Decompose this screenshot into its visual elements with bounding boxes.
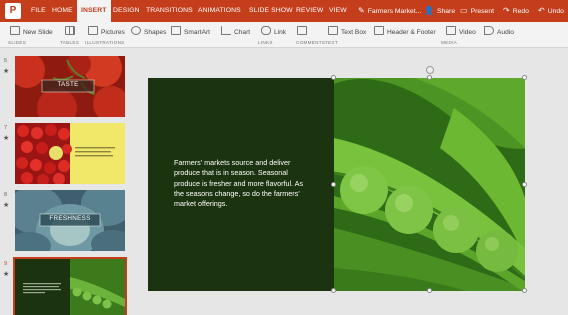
tab-review[interactable]: REVIEW <box>296 0 323 22</box>
group-label-illustrations: ILLUSTRATIONS <box>85 40 125 45</box>
animation-star-icon: ★ <box>3 135 10 142</box>
slide-canvas[interactable]: Farmers' markets source and deliver prod… <box>148 66 527 293</box>
table-icon <box>65 26 75 35</box>
new-slide-button[interactable]: New Slide <box>10 26 53 40</box>
slide-thumbnail-taste[interactable]: TASTE <box>15 56 125 117</box>
pea-pod-photo[interactable] <box>334 78 525 291</box>
animation-star-icon: ★ <box>3 202 10 209</box>
red-produce-photo <box>15 123 125 184</box>
redo-icon: ↷ <box>503 6 510 15</box>
title-bar: P FILE HOME INSERT DESIGN TRANSITIONS AN… <box>0 0 568 22</box>
slide-number: 8 <box>4 192 8 198</box>
pictures-label: Pictures <box>101 29 125 36</box>
link-label: Link <box>274 29 287 36</box>
audio-label: Audio <box>497 29 514 36</box>
resize-handle-bottom[interactable] <box>427 288 432 293</box>
slide-number: 7 <box>4 125 8 131</box>
video-icon <box>446 26 456 35</box>
new-slide-label: New Slide <box>23 29 53 36</box>
video-button[interactable]: Video <box>446 26 476 40</box>
edit-pencil-icon: ✎ <box>358 6 365 15</box>
slide-thumbnail-title: TASTE <box>57 81 79 88</box>
tab-slide-show[interactable]: SLIDE SHOW <box>249 0 293 22</box>
smartart-label: SmartArt <box>184 29 211 36</box>
link-button[interactable]: Link <box>261 26 286 40</box>
present-button[interactable]: ▭ Present <box>460 0 494 22</box>
tab-home[interactable]: HOME <box>52 0 73 22</box>
pea-slide-thumbnail <box>15 259 125 315</box>
present-label: Present <box>470 8 494 15</box>
share-icon: 👤 <box>424 6 434 15</box>
tab-view[interactable]: VIEW <box>329 0 347 22</box>
smartart-button[interactable]: SmartArt <box>171 26 210 40</box>
tab-design[interactable]: DESIGN <box>113 0 140 22</box>
slide-number: 5 <box>4 58 8 64</box>
audio-icon <box>484 26 494 35</box>
undo-button[interactable]: ↶ Undo <box>538 0 564 22</box>
share-label: Share <box>436 8 456 15</box>
audio-button[interactable]: Audio <box>484 26 514 40</box>
slide-thumbnail-7[interactable] <box>15 123 125 184</box>
redo-button[interactable]: ↷ Redo <box>503 0 529 22</box>
shapes-button[interactable]: Shapes <box>131 26 166 40</box>
new-slide-icon <box>10 26 20 35</box>
text-box-icon <box>328 26 338 35</box>
comment-icon <box>297 26 307 35</box>
text-box-label: Text Box <box>341 29 367 36</box>
pictures-button[interactable]: Pictures <box>88 26 125 40</box>
header-footer-icon <box>374 26 384 35</box>
resize-handle-bottom-right[interactable] <box>522 288 527 293</box>
resize-handle-top[interactable] <box>427 75 432 80</box>
resize-handle-left[interactable] <box>331 182 336 187</box>
tab-transitions[interactable]: TRANSITIONS <box>146 0 193 22</box>
group-label-media: MEDIA <box>441 40 458 45</box>
slide-number: 9 <box>4 261 8 267</box>
resize-handle-bottom-left[interactable] <box>331 288 336 293</box>
slide-body-text[interactable]: Farmers' markets source and deliver prod… <box>174 158 304 209</box>
powerpoint-logo-icon[interactable]: P <box>5 3 21 19</box>
shapes-icon <box>131 26 141 35</box>
video-label: Video <box>459 29 476 36</box>
group-label-comments: COMMENTS <box>296 40 326 45</box>
chart-icon <box>221 26 231 35</box>
slide-thumbnail-freshness[interactable]: FRESHNESS <box>15 190 125 251</box>
group-label-links: LINKS <box>258 40 273 45</box>
table-button[interactable] <box>65 26 78 40</box>
link-icon <box>261 26 271 35</box>
comment-button[interactable] <box>297 26 310 40</box>
chart-button[interactable]: Chart <box>221 26 250 40</box>
rotate-handle[interactable] <box>426 66 434 74</box>
present-icon: ▭ <box>460 6 468 15</box>
animation-star-icon: ★ <box>3 68 10 75</box>
chart-label: Chart <box>234 29 251 36</box>
resize-handle-top-right[interactable] <box>522 75 527 80</box>
slide-thumbnail-selected[interactable] <box>13 257 127 315</box>
tab-animations[interactable]: ANIMATIONS <box>198 0 241 22</box>
group-label-tables: TABLES <box>60 40 80 45</box>
group-label-slides: SLIDES <box>8 40 27 45</box>
undo-label: Undo <box>547 8 564 15</box>
document-title[interactable]: ✎ Farmers Market... <box>358 0 421 22</box>
resize-handle-right[interactable] <box>522 182 527 187</box>
text-box-button[interactable]: Text Box <box>328 26 366 40</box>
header-footer-button[interactable]: Header & Footer <box>374 26 436 40</box>
pictures-icon <box>88 26 98 35</box>
redo-label: Redo <box>512 8 529 15</box>
tab-file[interactable]: FILE <box>31 0 46 22</box>
group-label-text: TEXT <box>325 40 338 45</box>
document-title-text: Farmers Market... <box>367 8 422 15</box>
header-footer-label: Header & Footer <box>387 29 436 36</box>
slide-thumbnail-title: FRESHNESS <box>49 215 91 222</box>
undo-icon: ↶ <box>538 6 545 15</box>
slide-thumbnail-pane[interactable]: 5 ★ TASTE 7 ★ 8 ★ FRESHNESS 9 ★ <box>0 48 132 315</box>
animation-star-icon: ★ <box>3 271 10 278</box>
tab-insert[interactable]: INSERT <box>77 0 111 22</box>
resize-handle-top-left[interactable] <box>331 75 336 80</box>
shapes-label: Shapes <box>144 29 167 36</box>
smartart-icon <box>171 26 181 35</box>
share-button[interactable]: 👤 Share <box>424 0 455 22</box>
